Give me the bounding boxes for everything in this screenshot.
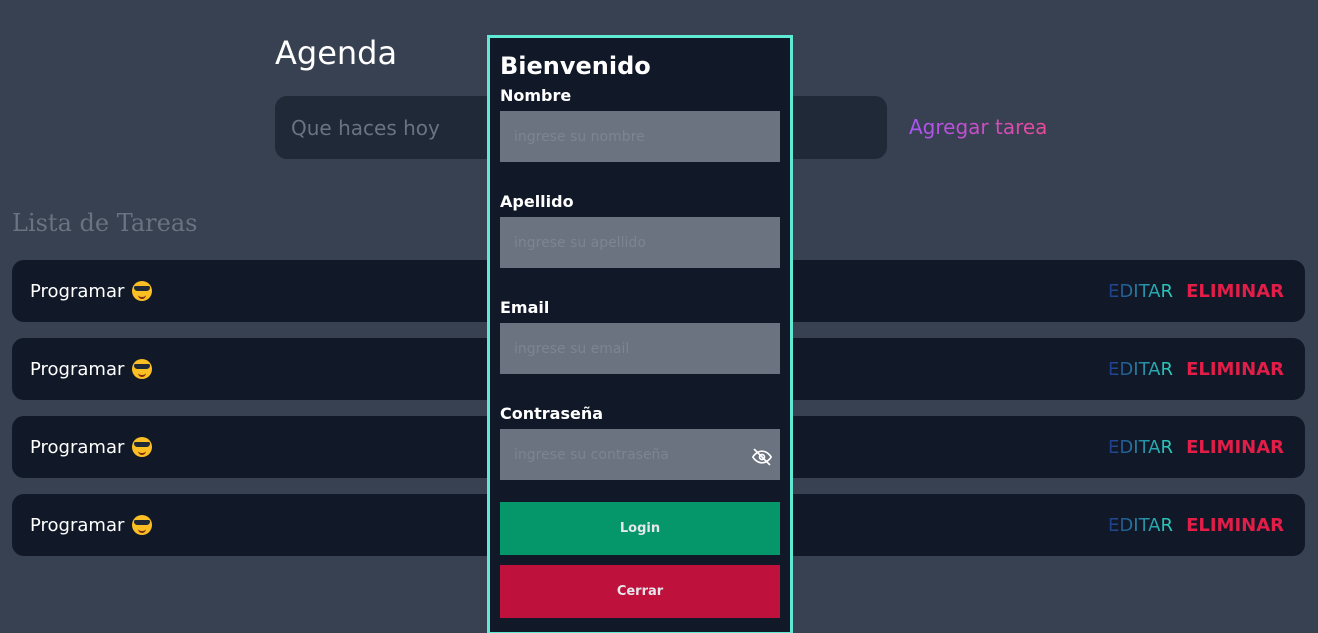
login-button[interactable]: Login <box>500 502 780 555</box>
password-field-group: Contraseña <box>500 404 780 480</box>
email-input[interactable] <box>500 323 780 374</box>
list-title: Lista de Tareas <box>12 209 198 237</box>
welcome-modal: Bienvenido Nombre Apellido Email Contras… <box>487 35 793 633</box>
smiling-face-with-sunglasses-icon <box>132 281 153 301</box>
edit-button[interactable]: EDITAR <box>1108 515 1173 536</box>
delete-button[interactable]: ELIMINAR <box>1186 515 1284 536</box>
add-task-button[interactable]: Agregar tarea <box>909 115 1047 139</box>
close-button[interactable]: Cerrar <box>500 565 780 618</box>
edit-button[interactable]: EDITAR <box>1108 359 1173 380</box>
nombre-field-group: Nombre <box>500 86 780 162</box>
nombre-label: Nombre <box>500 86 572 105</box>
page-title: Agenda <box>275 34 398 72</box>
task-name: Programar <box>30 280 125 302</box>
modal-title: Bienvenido <box>500 52 651 80</box>
task-name: Programar <box>30 514 125 536</box>
eye-slash-icon[interactable] <box>752 447 772 467</box>
delete-button[interactable]: ELIMINAR <box>1186 437 1284 458</box>
task-name: Programar <box>30 436 125 458</box>
apellido-label: Apellido <box>500 192 574 211</box>
apellido-field-group: Apellido <box>500 192 780 268</box>
email-field-group: Email <box>500 298 780 374</box>
apellido-input[interactable] <box>500 217 780 268</box>
password-label: Contraseña <box>500 404 604 423</box>
delete-button[interactable]: ELIMINAR <box>1186 281 1284 302</box>
edit-button[interactable]: EDITAR <box>1108 437 1173 458</box>
smiling-face-with-sunglasses-icon <box>132 515 153 535</box>
nombre-input[interactable] <box>500 111 780 162</box>
delete-button[interactable]: ELIMINAR <box>1186 359 1284 380</box>
email-label: Email <box>500 298 550 317</box>
task-name: Programar <box>30 358 125 380</box>
smiling-face-with-sunglasses-icon <box>132 437 153 457</box>
password-input[interactable] <box>500 429 780 480</box>
smiling-face-with-sunglasses-icon <box>132 359 153 379</box>
edit-button[interactable]: EDITAR <box>1108 281 1173 302</box>
